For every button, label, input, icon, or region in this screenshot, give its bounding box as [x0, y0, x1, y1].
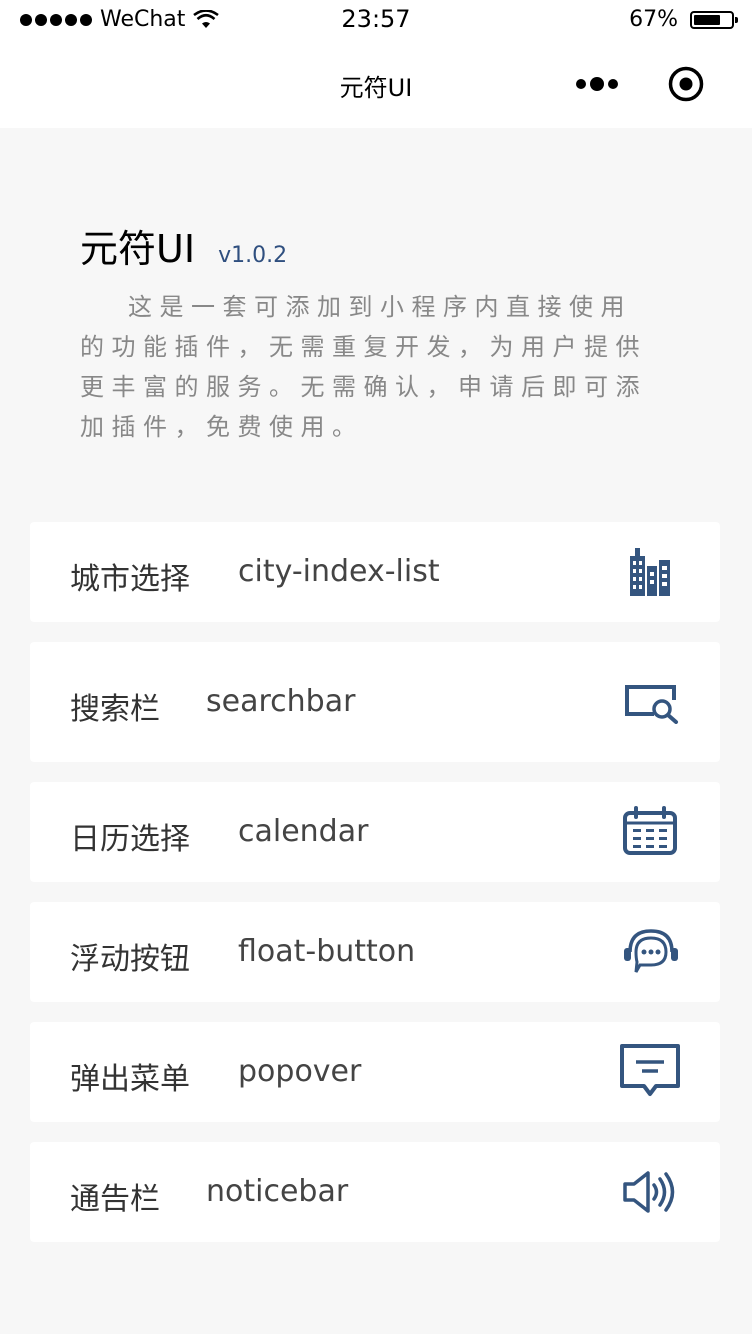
calendar-icon [623, 806, 677, 855]
battery-icon [690, 10, 738, 29]
battery-percent: 67% [629, 7, 678, 32]
list-item-calendar[interactable]: 日历选择 calendar [30, 782, 720, 882]
intro-section: 元符UI v1.0.2 这是一套可添加到小程序内直接使用的功能插件，无需重复开发… [80, 218, 660, 447]
list-item-noticebar[interactable]: 通告栏 noticebar [30, 1142, 720, 1242]
item-cn-label: 通告栏 [70, 1182, 160, 1217]
version-label: v1.0.2 [218, 243, 288, 268]
intro-title: 元符UI [80, 227, 196, 271]
list-item-popover[interactable]: 弹出菜单 popover [30, 1022, 720, 1122]
more-dots-icon[interactable] [576, 77, 618, 91]
item-cn-label: 搜索栏 [70, 692, 160, 727]
target-close-icon[interactable] [668, 66, 704, 102]
item-cn-label: 弹出菜单 [70, 1062, 190, 1097]
list-item-searchbar[interactable]: 搜索栏 searchbar [30, 642, 720, 762]
nav-title: 元符UI [339, 74, 413, 102]
item-en-label: searchbar [206, 684, 356, 719]
headset-chat-icon [624, 929, 678, 973]
list-item-float-button[interactable]: 浮动按钮 float-button [30, 902, 720, 1002]
status-right: 67% [629, 7, 738, 32]
item-en-label: popover [238, 1054, 362, 1089]
intro-description: 这是一套可添加到小程序内直接使用的功能插件，无需重复开发，为用户提供更丰富的服务… [80, 293, 647, 441]
status-bar: WeChat 23:57 67% [0, 0, 752, 40]
nav-bar: 元符UI [0, 40, 752, 128]
item-en-label: noticebar [206, 1174, 349, 1209]
item-cn-label: 城市选择 [70, 562, 190, 597]
item-en-label: float-button [238, 934, 416, 969]
list-item-city-index-list[interactable]: 城市选择 city-index-list [30, 522, 720, 622]
item-cn-label: 浮动按钮 [70, 942, 190, 977]
search-window-icon [625, 685, 678, 724]
item-en-label: city-index-list [238, 554, 440, 589]
item-en-label: calendar [238, 814, 369, 849]
speaker-icon [623, 1171, 675, 1213]
message-box-icon [620, 1044, 680, 1096]
city-buildings-icon [630, 548, 670, 596]
item-cn-label: 日历选择 [70, 822, 190, 857]
